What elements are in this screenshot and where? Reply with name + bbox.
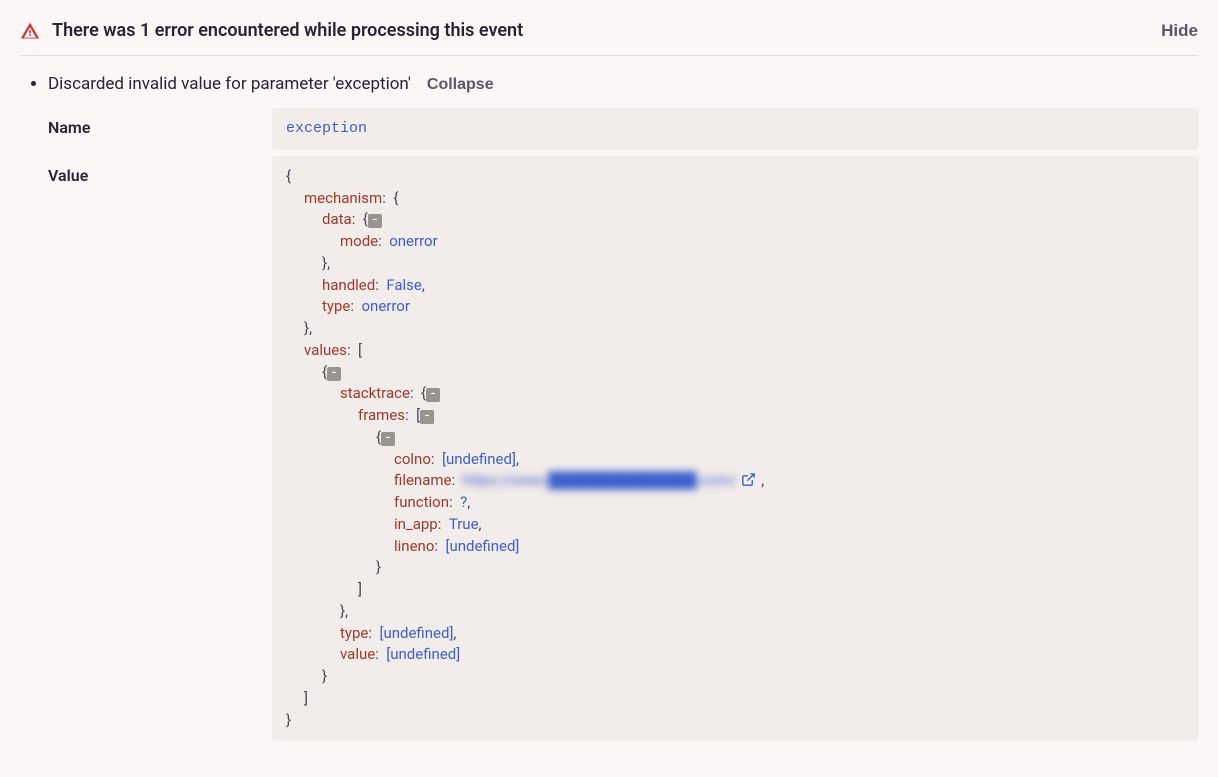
json-line: type: onerror xyxy=(286,296,1184,318)
value-row: Value { mechanism: { data: {- mode: oner… xyxy=(48,156,1198,742)
json-line: mechanism: { xyxy=(286,188,1184,210)
collapse-toggle-icon[interactable]: - xyxy=(420,410,434,424)
json-line: } xyxy=(286,711,291,729)
error-item: Discarded invalid value for parameter 'e… xyxy=(48,74,1198,741)
json-line: {- xyxy=(286,427,1184,449)
json-line: }, xyxy=(286,253,1184,275)
name-value: exception xyxy=(286,120,367,137)
json-line: ] xyxy=(286,688,1184,710)
collapse-toggle-icon[interactable]: - xyxy=(368,214,382,228)
collapse-toggle-icon[interactable]: - xyxy=(426,388,440,402)
filename-url[interactable]: https://www.██████████████.com/ xyxy=(463,471,737,489)
json-line: data: {- xyxy=(286,209,1184,231)
header-left: There was 1 error encountered while proc… xyxy=(20,20,523,41)
error-message: Discarded invalid value for parameter 'e… xyxy=(48,74,411,94)
json-line: }, xyxy=(286,318,1184,340)
value-label: Value xyxy=(48,156,272,185)
value-json-box: { mechanism: { data: {- mode: onerror },… xyxy=(272,156,1198,742)
json-line: in_app: True, xyxy=(286,514,1184,536)
json-line: filename: https://www.██████████████.com… xyxy=(286,470,1184,492)
name-label: Name xyxy=(48,108,272,137)
error-count-title: There was 1 error encountered while proc… xyxy=(52,20,523,41)
json-line: ] xyxy=(286,579,1184,601)
error-header: There was 1 error encountered while proc… xyxy=(20,20,1198,56)
json-line: lineno: [undefined] xyxy=(286,536,1184,558)
collapse-button[interactable]: Collapse xyxy=(427,76,494,94)
json-line: function: ?, xyxy=(286,492,1184,514)
collapse-toggle-icon[interactable]: - xyxy=(327,367,341,381)
json-line: values: [ xyxy=(286,340,1184,362)
json-line: mode: onerror xyxy=(286,231,1184,253)
hide-button[interactable]: Hide xyxy=(1161,21,1198,41)
json-line: frames: [- xyxy=(286,405,1184,427)
json-line: colno: [undefined], xyxy=(286,449,1184,471)
json-line: }, xyxy=(286,601,1184,623)
error-list: Discarded invalid value for parameter 'e… xyxy=(20,74,1198,741)
json-line: } xyxy=(286,666,1184,688)
name-value-box: exception xyxy=(272,108,1198,150)
error-item-header: Discarded invalid value for parameter 'e… xyxy=(48,74,1198,94)
json-line: { xyxy=(286,167,291,185)
json-line: value: [undefined] xyxy=(286,644,1184,666)
external-link-icon[interactable] xyxy=(741,472,756,487)
json-line: stacktrace: {- xyxy=(286,383,1184,405)
error-details: Name exception Value { mechanism: { data… xyxy=(48,108,1198,741)
json-line: type: [undefined], xyxy=(286,623,1184,645)
collapse-toggle-icon[interactable]: - xyxy=(381,432,395,446)
json-line: {- xyxy=(286,362,1184,384)
json-line: } xyxy=(286,557,1184,579)
json-line: handled: False, xyxy=(286,275,1184,297)
name-row: Name exception xyxy=(48,108,1198,150)
warning-icon xyxy=(20,21,40,41)
